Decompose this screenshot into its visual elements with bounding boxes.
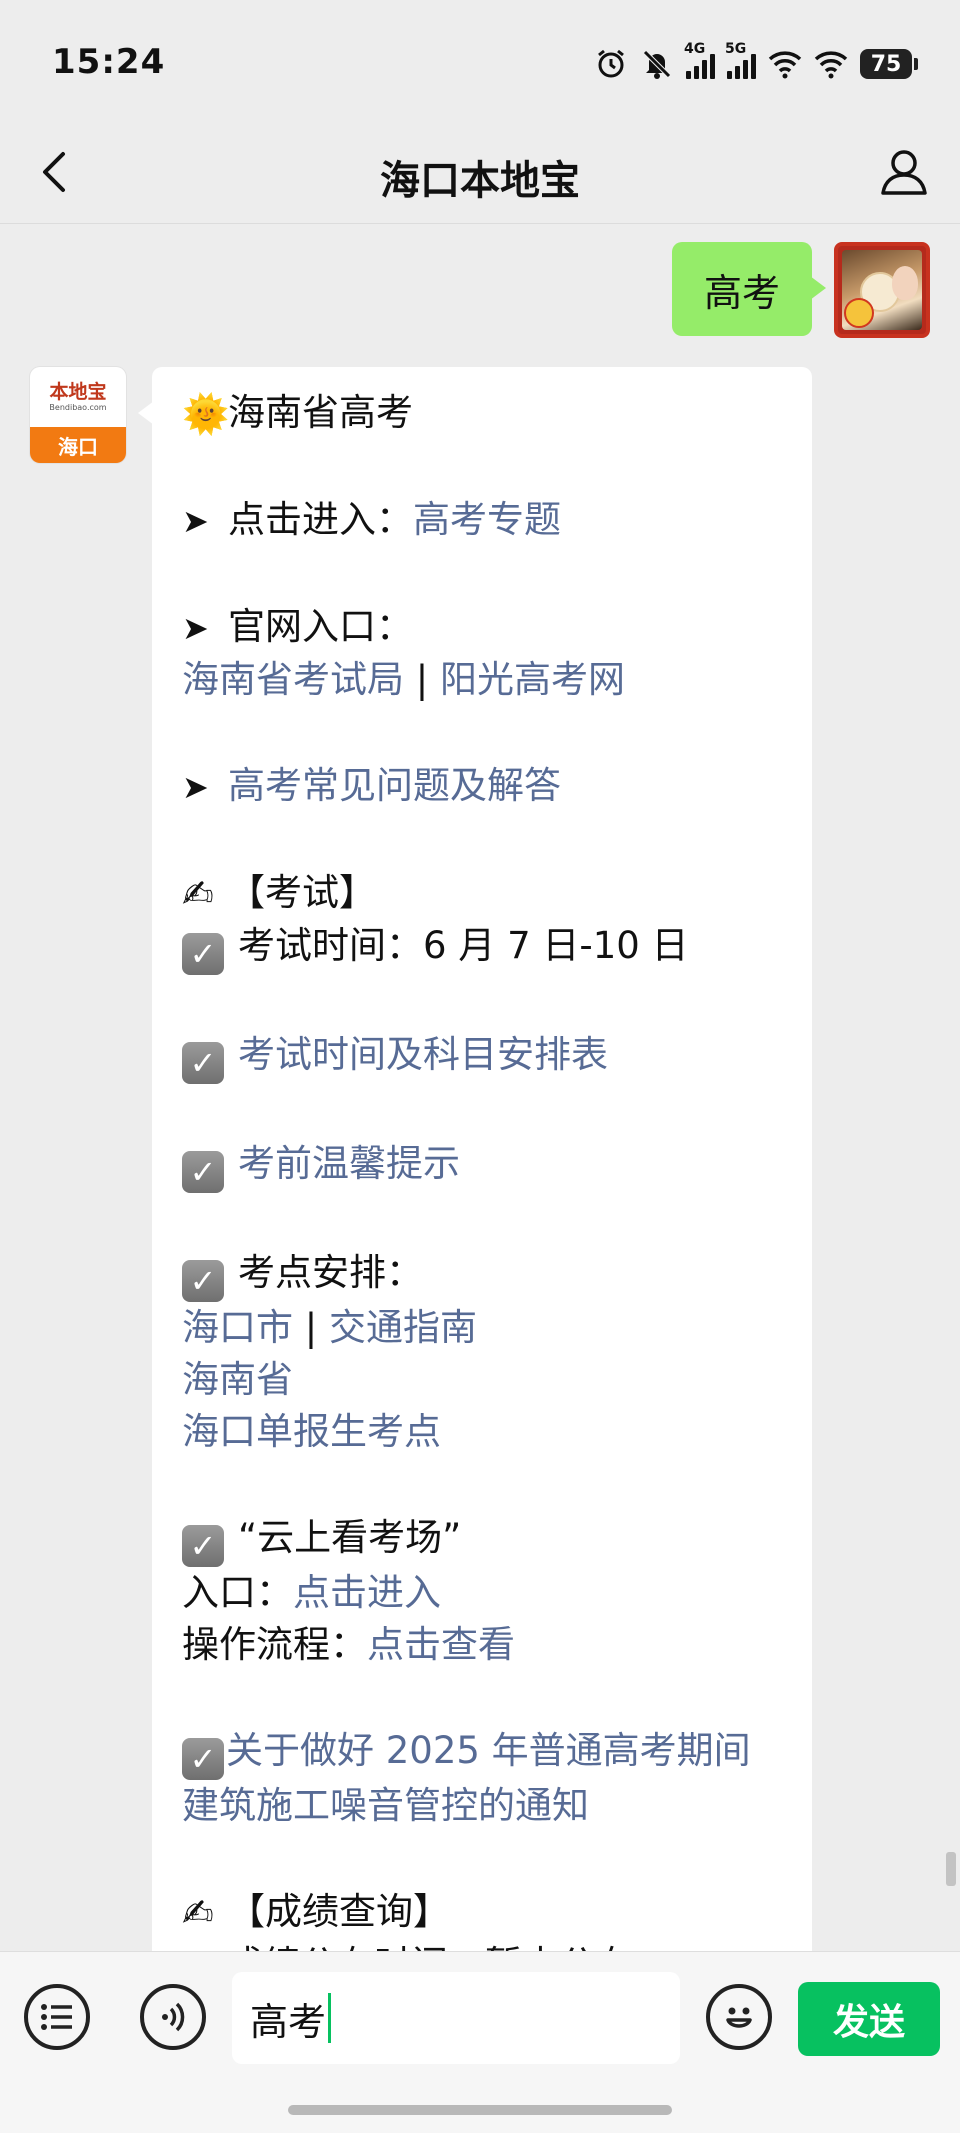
status-time: 15:24 [52, 42, 166, 82]
smiley-icon [726, 2007, 752, 2028]
outgoing-message: 高考 [671, 242, 930, 338]
alarm-icon [594, 47, 628, 81]
voice-icon [162, 2002, 185, 2032]
reply-title: 海南省高考 [228, 391, 413, 434]
arrow-icon: ➤ [182, 502, 209, 540]
list-icon [41, 2004, 72, 2030]
person-icon [881, 150, 927, 195]
noise-notice-link[interactable]: 关于做好 2025 年普通高考期间 [226, 1729, 751, 1772]
status-bar: 15:24 4G 5G 75 [0, 0, 960, 120]
wifi-icon [814, 47, 848, 81]
cloud-process-link[interactable]: 点击查看 [367, 1623, 515, 1666]
cloud-entry-label: 入口： [182, 1571, 293, 1614]
bot-avatar[interactable]: 本地宝 Bendibao.com 海口 [30, 367, 126, 463]
message-input-value: 高考 [250, 1999, 327, 2044]
message-input[interactable]: 高考 [232, 1972, 680, 2064]
arrow-icon: ➤ [182, 768, 209, 806]
topic-link[interactable]: 高考专题 [413, 498, 561, 541]
venue-haikou-link[interactable]: 海口市 [182, 1306, 293, 1349]
separator: | [415, 658, 429, 701]
arrow-icon: ➤ [182, 609, 209, 647]
checkbox-icon: ✓ [182, 1151, 224, 1193]
exam-bureau-link[interactable]: 海南省考试局 [182, 658, 404, 701]
signal-icon: 4G [684, 41, 715, 79]
cloud-venue-title: “云上看考场” [238, 1516, 462, 1559]
sunshine-gaokao-link[interactable]: 阳光高考网 [440, 658, 625, 701]
emoji-button[interactable] [706, 1984, 772, 2050]
bot-avatar-city: 海口 [30, 427, 126, 463]
scrollbar-thumb[interactable] [946, 1852, 956, 1886]
checkbox-icon: ✓ [182, 1525, 224, 1567]
topic-prefix: 点击进入： [228, 498, 413, 541]
bot-reply-bubble: 🌞海南省高考 ➤ 点击进入：高考专题 ➤ 官网入口： 海南省考试局 | 阳光高考网 … [138, 367, 812, 1951]
incoming-message: 本地宝 Bendibao.com 海口 🌞海南省高考 ➤ 点击进入：高考专题 ➤ 官… [30, 367, 812, 1951]
noise-notice-link-cont[interactable]: 建筑施工噪音管控的通知 [182, 1784, 589, 1827]
chat-header: 海口本地宝 [0, 120, 960, 224]
bot-avatar-brand: 本地宝 [49, 381, 107, 403]
score-section-title: 【成绩查询】 [228, 1890, 450, 1933]
writing-hand-icon: ✍ [182, 1891, 214, 1935]
sun-icon: 🌞 [182, 392, 230, 436]
menu-button[interactable] [24, 1984, 90, 2050]
separator: | [304, 1306, 318, 1349]
chat-area[interactable]: 高考 本地宝 Bendibao.com 海口 🌞海南省高考 ➤ 点击进入：高考专题… [0, 225, 960, 1951]
send-button[interactable]: 发送 [798, 1982, 940, 2056]
tips-link[interactable]: 考前温馨提示 [238, 1142, 460, 1185]
checkbox-icon: ✓ [182, 1738, 224, 1780]
exam-section-title: 【考试】 [228, 871, 376, 914]
mute-icon [640, 47, 674, 81]
checkbox-icon: ✓ [182, 933, 224, 975]
score-time: 成绩公布时间：暂未公布 [226, 1943, 633, 1951]
writing-hand-icon: ✍ [182, 872, 214, 916]
single-candidate-venue-link[interactable]: 海口单报生考点 [182, 1410, 441, 1453]
outgoing-bubble[interactable]: 高考 [671, 242, 827, 336]
official-label: 官网入口： [228, 605, 413, 648]
exam-time: 考试时间：6 月 7 日-10 日 [238, 924, 689, 967]
venue-hainan-link[interactable]: 海南省 [182, 1358, 293, 1401]
wifi-icon [768, 47, 802, 81]
traffic-guide-link[interactable]: 交通指南 [329, 1306, 477, 1349]
page-title: 海口本地宝 [380, 158, 580, 204]
status-icons: 4G 5G 75 [594, 41, 918, 84]
venue-label: 考点安排： [238, 1251, 423, 1294]
battery-level: 75 [870, 51, 902, 77]
battery-icon: 75 [860, 49, 918, 79]
profile-button[interactable] [872, 142, 936, 202]
text-cursor [328, 1993, 332, 2043]
voice-button[interactable] [140, 1984, 206, 2050]
faq-link[interactable]: 高考常见问题及解答 [228, 764, 561, 807]
checkbox-icon: ✓ [182, 1042, 224, 1084]
bot-avatar-domain: Bendibao.com [49, 403, 107, 412]
cloud-process-label: 操作流程： [182, 1623, 367, 1666]
schedule-link[interactable]: 考试时间及科目安排表 [238, 1033, 608, 1076]
home-indicator[interactable] [288, 2105, 672, 2115]
signal-icon: 5G [725, 41, 756, 79]
cloud-entry-link[interactable]: 点击进入 [293, 1571, 441, 1614]
user-avatar[interactable] [834, 242, 930, 338]
checkbox-icon: ✓ [182, 1260, 224, 1302]
